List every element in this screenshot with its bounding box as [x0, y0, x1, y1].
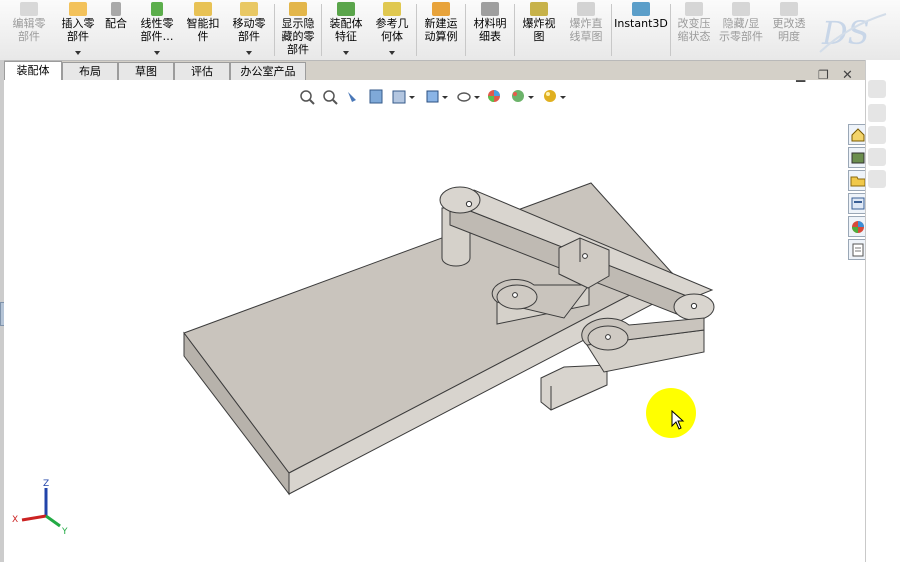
tab-office-products[interactable]: 办公室产品 — [230, 62, 306, 80]
tab-assembly[interactable]: 装配体 — [4, 61, 62, 81]
change-transparency-icon — [780, 2, 798, 16]
hide-show-components-button[interactable]: 隐藏/显示零部件 — [717, 0, 765, 58]
grid-icon[interactable] — [868, 148, 886, 166]
triad-x-label: X — [12, 515, 18, 525]
instant3d-button[interactable]: Instant3D — [613, 0, 669, 58]
chevron-down-icon[interactable] — [75, 51, 81, 55]
exploded-view-icon — [530, 2, 548, 16]
ribbon-separator — [274, 4, 275, 56]
change-suppression-icon — [685, 2, 703, 16]
ribbon-separator — [465, 4, 466, 56]
tab-evaluate[interactable]: 评估 — [174, 62, 230, 80]
solidworks-logo-icon: DS — [819, 13, 887, 53]
ribbon-separator — [611, 4, 612, 56]
tab-sketch[interactable]: 草图 — [118, 62, 174, 80]
exploded-view-button[interactable]: 爆炸视图 — [517, 0, 561, 58]
change-transparency-button[interactable]: 更改透明度 — [766, 0, 812, 58]
move-component-icon — [240, 2, 258, 16]
reference-geometry-icon — [383, 2, 401, 16]
ribbon-separator — [416, 4, 417, 56]
coordinate-triad: Z X Y — [12, 479, 68, 537]
reference-geometry-button[interactable]: 参考几何体 — [370, 0, 414, 58]
assembly-model[interactable] — [4, 80, 865, 562]
assembly-features-icon — [337, 2, 355, 16]
triad-z-label: Z — [43, 479, 49, 489]
bom-icon — [481, 2, 499, 16]
mate-icon — [111, 2, 121, 16]
new-motion-study-button[interactable]: 新建运动算例 — [419, 0, 463, 58]
linear-pattern-icon — [151, 2, 163, 16]
chevron-down-icon[interactable] — [343, 51, 349, 55]
copy-icon[interactable] — [868, 126, 886, 144]
smart-fasteners-icon — [194, 2, 212, 16]
chevron-down-icon[interactable] — [389, 51, 395, 55]
chevron-down-icon[interactable] — [154, 51, 160, 55]
command-manager: 编辑零部件 插入零部件 配合 线性零部件… 智能扣件 移动零部件 显示隐藏的零部… — [0, 0, 900, 61]
chevron-down-icon[interactable] — [246, 51, 252, 55]
support-block[interactable] — [540, 364, 608, 411]
explode-line-sketch-icon — [577, 2, 595, 16]
hide-show-components-icon — [732, 2, 750, 16]
triad-y-label: Y — [61, 527, 68, 537]
mouse-pointer-icon — [671, 410, 685, 430]
insert-components-button[interactable]: 插入零部件 — [56, 0, 100, 58]
tab-layout[interactable]: 布局 — [62, 62, 118, 80]
task-pane-strip — [865, 60, 900, 562]
ribbon-separator — [514, 4, 515, 56]
ribbon-separator — [321, 4, 322, 56]
edit-part-button[interactable]: 编辑零部件 — [6, 0, 52, 58]
motion-study-icon — [432, 2, 450, 16]
linear-pattern-button[interactable]: 线性零部件… — [134, 0, 180, 58]
assembly-features-button[interactable]: 装配体特征 — [324, 0, 368, 58]
output-link[interactable] — [581, 317, 705, 373]
insert-components-icon — [69, 2, 87, 16]
bom-button[interactable]: 材料明细表 — [468, 0, 512, 58]
show-hidden-button[interactable]: 显示隐藏的零部件 — [277, 0, 319, 58]
explode-line-sketch-button[interactable]: 爆炸直线草图 — [563, 0, 609, 58]
graphics-area[interactable]: ▁ ❐ ✕ Z X Y — [4, 68, 868, 562]
pan-icon[interactable] — [868, 80, 886, 98]
show-hidden-icon — [289, 2, 307, 16]
layers-icon[interactable] — [868, 170, 886, 188]
edit-part-icon — [20, 2, 38, 16]
move-component-button[interactable]: 移动零部件 — [228, 0, 270, 58]
mate-button[interactable]: 配合 — [101, 0, 131, 58]
ribbon-separator — [670, 4, 671, 56]
change-suppression-button[interactable]: 改变压缩状态 — [672, 0, 716, 58]
instant3d-icon — [632, 2, 650, 16]
smart-fasteners-button[interactable]: 智能扣件 — [182, 0, 224, 58]
rotate-icon[interactable] — [868, 104, 886, 122]
